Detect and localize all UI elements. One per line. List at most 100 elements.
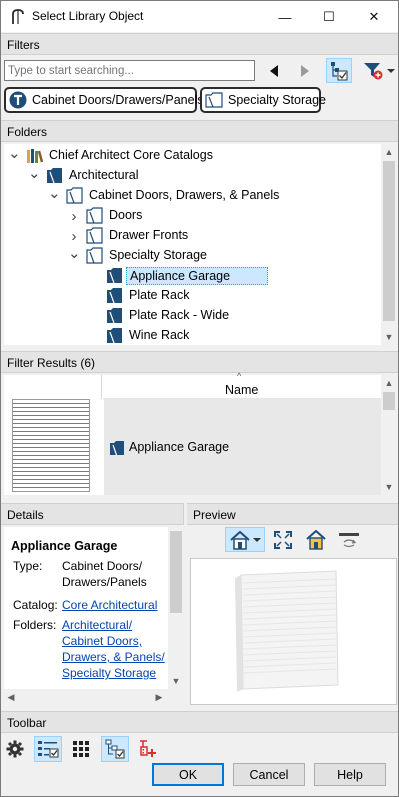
tree-item[interactable]: ⌄ Architectural [4, 164, 379, 186]
chevron-down-icon [253, 537, 261, 542]
close-icon: ✕ [368, 9, 380, 24]
back-button[interactable] [265, 60, 283, 81]
house-material-icon [306, 529, 326, 550]
expanded-chevron-icon[interactable]: ⌄ [28, 164, 41, 182]
expanded-chevron-icon[interactable]: ⌄ [8, 144, 21, 162]
tree-item[interactable]: ⌄ Chief Architect Core Catalogs [4, 144, 379, 166]
folder-path-link[interactable]: Specialty Storage [62, 665, 156, 681]
catalog-circle-icon [9, 91, 27, 109]
rotate-icon [339, 532, 359, 547]
dark-folder-icon [107, 288, 122, 304]
dark-folder-icon [107, 308, 122, 324]
folder-tree-scrollbar[interactable]: ▲ ▼ [381, 144, 397, 345]
search-input[interactable] [4, 60, 255, 81]
folder-icon [66, 187, 83, 204]
collapsed-chevron-icon[interactable]: › [68, 228, 80, 245]
tree-item[interactable]: ⌄ Cabinet Doors, Drawers, & Panels [4, 184, 379, 206]
scrollbar-thumb[interactable] [170, 531, 182, 613]
filter-chip-cabinet-doors[interactable]: Cabinet Doors/Drawers/Panels [4, 87, 204, 113]
select-library-object-dialog: Select Library Object — ☐ ✕ Filters Type… [0, 0, 399, 797]
scroll-up-arrow-icon[interactable]: ▲ [381, 144, 397, 160]
ok-button[interactable]: OK [152, 763, 224, 786]
folder-icon [205, 92, 223, 108]
filter-chip-label: Specialty Storage [228, 93, 326, 107]
folder-path-link[interactable]: Architectural/ [62, 617, 132, 633]
catalog-link[interactable]: Core Architectural [62, 597, 157, 613]
add-to-library-button[interactable] [135, 737, 159, 761]
filter-results-header-label: Filter Results (6) [7, 356, 96, 370]
cancel-button[interactable]: Cancel [233, 763, 305, 786]
fill-window-button[interactable] [271, 527, 295, 552]
scroll-left-arrow-icon[interactable]: ◀ [4, 689, 18, 705]
details-catalog-label: Catalog: [13, 598, 58, 612]
preview-viewport[interactable] [190, 558, 397, 705]
help-button-label: Help [337, 767, 363, 782]
dark-folder-icon [107, 268, 122, 284]
details-scrollbar[interactable]: ▼ [168, 527, 184, 689]
add-filter-dropdown-button[interactable] [361, 59, 397, 83]
tree-item-label-selected: Appliance Garage [126, 267, 268, 285]
tree-item-label: Wine Rack [129, 328, 190, 342]
close-button[interactable]: ✕ [352, 4, 396, 30]
results-scrollbar[interactable]: ▲ ▼ [381, 375, 397, 495]
folder-icon [86, 247, 103, 264]
tree-item[interactable]: › Doors [4, 206, 379, 226]
minimize-button[interactable]: — [263, 4, 307, 30]
tree-item[interactable]: Plate Rack - Wide [4, 306, 379, 326]
scroll-up-arrow-icon[interactable]: ▲ [381, 375, 397, 391]
chevron-down-icon [387, 69, 395, 73]
rotate-preview-button[interactable] [336, 527, 362, 552]
dark-folder-icon [47, 168, 62, 184]
tree-item-label: Architectural [69, 168, 139, 182]
tree-item[interactable]: Wine Rack [4, 326, 379, 345]
tree-item-label: Doors [109, 208, 143, 222]
folder-icon [86, 207, 103, 224]
title-bar[interactable]: Select Library Object — ☐ ✕ [1, 1, 398, 32]
scroll-right-arrow-icon[interactable]: ▶ [152, 689, 166, 705]
preview-header-label: Preview [193, 508, 236, 522]
folders-header: Folders [1, 120, 398, 142]
tree-item-label: Chief Architect Core Catalogs [49, 148, 213, 162]
maximize-button[interactable]: ☐ [307, 4, 351, 30]
details-horizontal-scrollbar[interactable]: ◀ ▶ [4, 689, 184, 705]
tree-item[interactable]: › Drawer Fronts [4, 226, 379, 246]
scrollbar-thumb[interactable] [383, 392, 395, 410]
list-item[interactable]: Appliance Garage [4, 399, 381, 495]
name-column-header[interactable]: ^ Name [103, 371, 381, 399]
tree-item[interactable]: ⌄ Specialty Storage [4, 244, 379, 266]
filter-view-toggle-button[interactable] [326, 58, 352, 83]
options-button[interactable] [4, 737, 26, 761]
grid-view-button[interactable] [69, 737, 93, 761]
expanded-chevron-icon[interactable]: ⌄ [48, 184, 61, 202]
window-title: Select Library Object [32, 9, 144, 23]
funnel-add-icon [364, 63, 383, 80]
details-header: Details [1, 503, 184, 525]
forward-button[interactable] [296, 60, 314, 81]
scroll-down-arrow-icon[interactable]: ▼ [381, 329, 397, 345]
folder-tree[interactable]: ⌄ Chief Architect Core Catalogs ⌄ Architect… [4, 144, 382, 345]
tree-item[interactable]: Appliance Garage [4, 266, 379, 286]
view-mode-dropdown-button[interactable] [225, 527, 265, 552]
scroll-down-arrow-icon[interactable]: ▼ [381, 479, 397, 495]
details-view-button[interactable] [34, 736, 62, 762]
folder-filter-icon [331, 61, 348, 80]
details-type-value-line2: Drawers/Panels [62, 575, 147, 589]
materials-toggle-button[interactable] [304, 527, 328, 552]
name-cell[interactable]: Appliance Garage [104, 399, 381, 495]
tree-item-label: Plate Rack - Wide [129, 308, 230, 322]
folder-path-link[interactable]: Cabinet Doors, [62, 633, 142, 649]
help-button[interactable]: Help [314, 763, 386, 786]
filter-chip-specialty-storage[interactable]: Specialty Storage [200, 87, 326, 113]
scroll-down-arrow-icon[interactable]: ▼ [168, 673, 184, 689]
collapsed-chevron-icon[interactable]: › [68, 208, 80, 225]
tree-item-label: Drawer Fronts [109, 228, 189, 242]
grid-icon [73, 741, 89, 757]
expanded-chevron-icon[interactable]: ⌄ [68, 244, 81, 262]
folder-tree-view-button[interactable] [101, 736, 129, 762]
folder-path-link[interactable]: Drawers, & Panels/ [62, 649, 165, 665]
scrollbar-thumb[interactable] [383, 161, 395, 321]
toolbar-header: Toolbar [1, 711, 398, 733]
appliance-garage-3d-preview [235, 570, 339, 692]
tree-item[interactable]: Plate Rack [4, 286, 379, 306]
details-type-value: Cabinet Doors/ [62, 559, 143, 573]
